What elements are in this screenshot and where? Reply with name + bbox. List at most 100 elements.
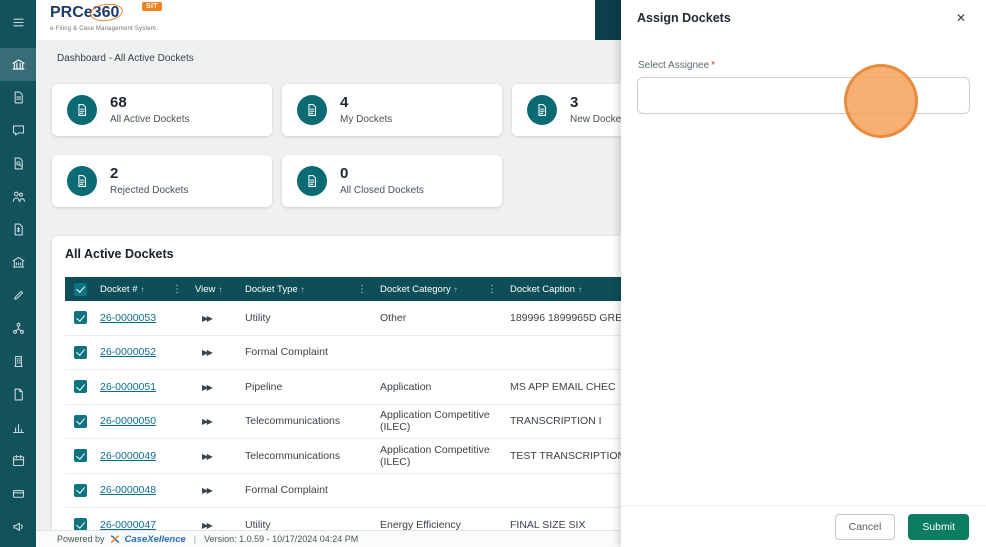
casexellence-logo-icon [110, 534, 120, 544]
stat-card[interactable]: 0All Closed Dockets [282, 155, 502, 207]
docket-number-cell: 26-0000049 [95, 450, 190, 462]
docket-number-link[interactable]: 26-0000053 [100, 312, 156, 324]
docket-type-cell: Utility [240, 519, 375, 531]
column-label: Docket Type [245, 284, 298, 295]
bar-chart-icon [11, 420, 26, 435]
view-docket-button[interactable]: ▶▶ [190, 312, 240, 324]
chat-icon [11, 123, 26, 138]
docket-number-link[interactable]: 26-0000049 [100, 450, 156, 462]
column-menu-icon[interactable]: ⋮ [487, 284, 500, 295]
sidebar-item-payments[interactable] [0, 477, 36, 510]
column-header-docket-type[interactable]: Docket Type ↑ ⋮ [240, 277, 375, 301]
sort-arrow-icon[interactable]: ↑ [454, 285, 458, 294]
stat-card[interactable]: 68All Active Dockets [52, 84, 272, 136]
drawer-title: Assign Dockets [637, 11, 731, 25]
fast-forward-icon: ▶▶ [202, 452, 211, 461]
stat-card-text: 2Rejected Dockets [110, 166, 188, 196]
sidebar-item-integrations[interactable] [0, 312, 36, 345]
checkbox-checked-icon [74, 415, 87, 428]
row-select-checkbox[interactable] [65, 311, 95, 324]
stat-card[interactable]: 4My Dockets [282, 84, 502, 136]
sort-arrow-icon[interactable]: ↑ [578, 285, 582, 294]
docket-category-cell: Energy Efficiency [375, 519, 505, 531]
column-label: Docket Category [380, 284, 451, 295]
docket-number-cell: 26-0000051 [95, 381, 190, 393]
sidebar-item-documents[interactable] [0, 81, 36, 114]
assign-dockets-drawer: Assign Dockets ✕ Select Assignee* Cancel… [621, 0, 986, 547]
column-label: View [195, 284, 215, 295]
app-tagline: e-Filing & Case Management System [50, 26, 156, 32]
sidebar-item-reports[interactable] [0, 411, 36, 444]
stat-card-icon [297, 95, 327, 125]
building-icon [11, 354, 26, 369]
docket-number-link[interactable]: 26-0000051 [100, 381, 156, 393]
close-icon[interactable]: ✕ [954, 10, 968, 26]
docket-doc-icon [75, 103, 89, 117]
select-all-checkbox[interactable] [65, 277, 95, 301]
row-select-checkbox[interactable] [65, 449, 95, 462]
assignee-input[interactable] [637, 77, 970, 114]
view-docket-button[interactable]: ▶▶ [190, 519, 240, 531]
sidebar-item-notes[interactable] [0, 279, 36, 312]
row-select-checkbox[interactable] [65, 484, 95, 497]
view-docket-button[interactable]: ▶▶ [190, 415, 240, 427]
header-dark-strip [595, 0, 621, 40]
pencil-icon [11, 288, 26, 303]
assignee-field-label: Select Assignee* [638, 60, 715, 71]
docket-number-link[interactable]: 26-0000047 [100, 519, 156, 531]
stat-card-text: 68All Active Dockets [110, 95, 189, 125]
sort-arrow-icon[interactable]: ↑ [141, 285, 145, 294]
stat-label: Rejected Dockets [110, 185, 188, 196]
docket-type-cell: Pipeline [240, 381, 375, 393]
fast-forward-icon: ▶▶ [202, 383, 211, 392]
sort-arrow-icon[interactable]: ↑ [301, 285, 305, 294]
column-menu-icon[interactable]: ⋮ [172, 284, 185, 295]
sidebar-item-billing[interactable] [0, 213, 36, 246]
sidebar-item-announcements[interactable] [0, 510, 36, 543]
column-header-view[interactable]: View ↑ [190, 277, 240, 301]
docket-type-cell: Utility [240, 312, 375, 324]
column-label: Docket # [100, 284, 138, 295]
checkbox-checked-icon [74, 311, 87, 324]
row-select-checkbox[interactable] [65, 415, 95, 428]
sidebar-item-case-search[interactable] [0, 147, 36, 180]
docket-doc-icon [305, 174, 319, 188]
view-docket-button[interactable]: ▶▶ [190, 450, 240, 462]
calendar-icon [11, 453, 26, 468]
column-header-docket-category[interactable]: Docket Category ↑ ⋮ [375, 277, 505, 301]
submit-button[interactable]: Submit [908, 514, 969, 540]
cancel-button[interactable]: Cancel [835, 514, 896, 540]
docket-doc-icon [535, 103, 549, 117]
menu-icon [11, 15, 26, 30]
fast-forward-icon: ▶▶ [202, 521, 211, 530]
credit-card-icon [11, 486, 26, 501]
top-header: PRCe360 SIT e-Filing & Case Management S… [36, 0, 621, 40]
sidebar-item-institution[interactable] [0, 246, 36, 279]
column-header-docket-number[interactable]: Docket # ↑ ⋮ [95, 277, 190, 301]
app-logo: PRCe360 SIT [50, 4, 122, 22]
row-select-checkbox[interactable] [65, 380, 95, 393]
row-select-checkbox[interactable] [65, 346, 95, 359]
sidebar-item-messages[interactable] [0, 114, 36, 147]
sidebar-item-files[interactable] [0, 378, 36, 411]
stat-card[interactable]: 2Rejected Dockets [52, 155, 272, 207]
sidebar-item-dashboard[interactable] [0, 48, 36, 81]
column-menu-icon[interactable]: ⋮ [357, 284, 370, 295]
sidebar-item-users[interactable] [0, 180, 36, 213]
stat-value: 0 [340, 166, 424, 183]
docket-number-cell: 26-0000048 [95, 484, 190, 496]
users-icon [11, 189, 26, 204]
sidebar-item-organization[interactable] [0, 345, 36, 378]
view-docket-button[interactable]: ▶▶ [190, 484, 240, 496]
sidebar-item-calendar[interactable] [0, 444, 36, 477]
docket-number-link[interactable]: 26-0000048 [100, 484, 156, 496]
drawer-action-bar: Cancel Submit [621, 505, 986, 547]
checkbox-checked-icon [74, 449, 87, 462]
view-docket-button[interactable]: ▶▶ [190, 346, 240, 358]
docket-number-link[interactable]: 26-0000050 [100, 415, 156, 427]
docket-number-link[interactable]: 26-0000052 [100, 346, 156, 358]
view-docket-button[interactable]: ▶▶ [190, 381, 240, 393]
sidebar-item-menu[interactable] [0, 6, 36, 39]
sort-arrow-icon[interactable]: ↑ [218, 285, 222, 294]
checkbox-checked-icon [74, 283, 87, 296]
